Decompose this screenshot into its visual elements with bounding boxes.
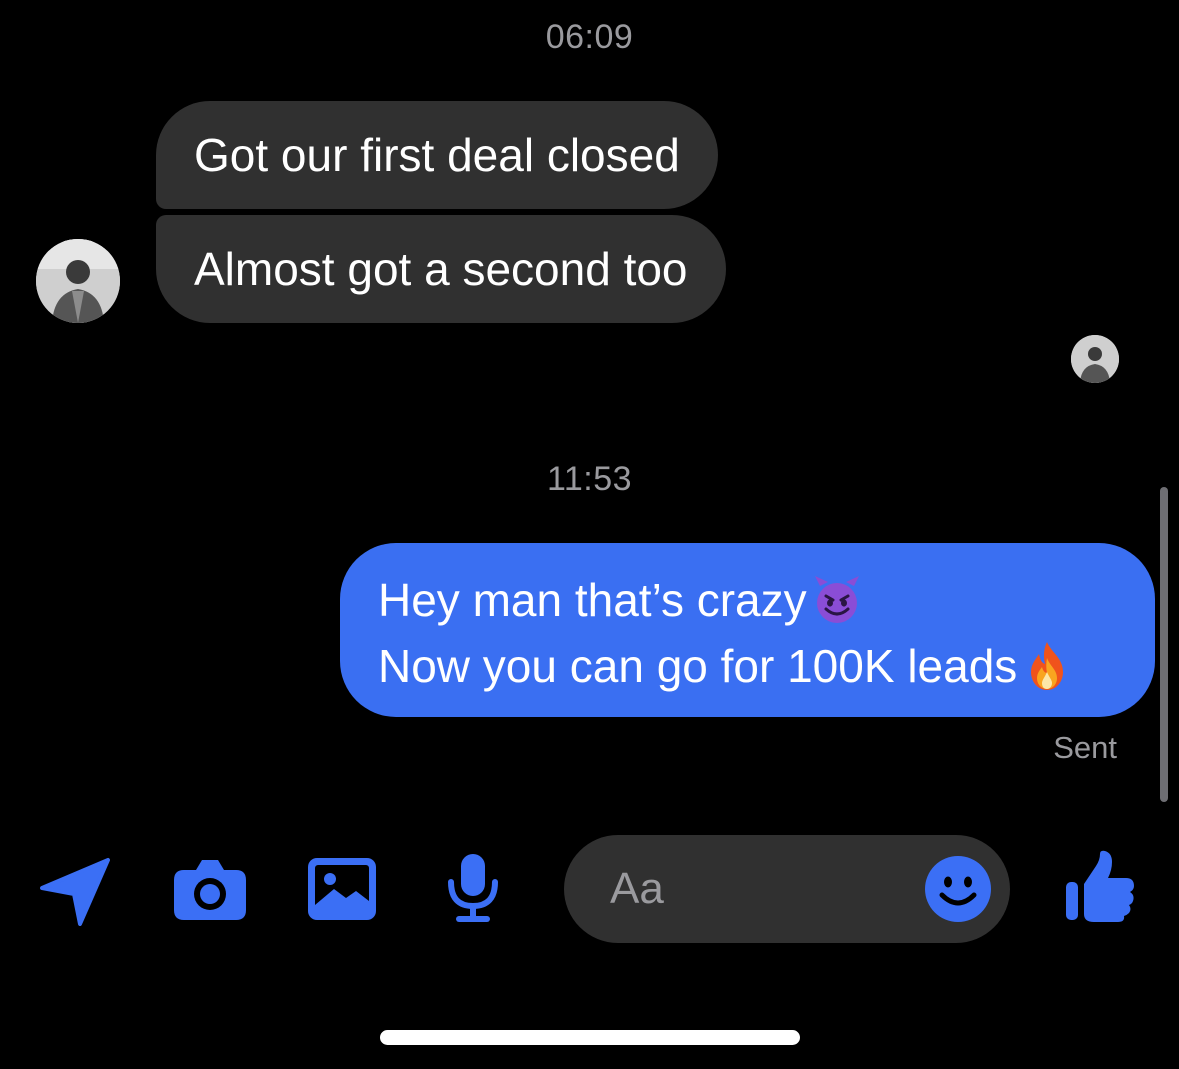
location-button[interactable] bbox=[40, 856, 110, 926]
home-indicator bbox=[380, 1030, 800, 1045]
gallery-button[interactable] bbox=[306, 856, 378, 922]
message-text: Almost got a second too bbox=[194, 243, 688, 295]
microphone-button[interactable] bbox=[443, 852, 503, 924]
message-status: Sent bbox=[1053, 730, 1117, 765]
message-text: Got our first deal closed bbox=[194, 129, 680, 181]
microphone-icon bbox=[448, 854, 498, 922]
outgoing-message-bubble[interactable]: Hey man that’s crazy Now you can go for … bbox=[340, 543, 1155, 717]
smiling-imp-emoji-icon bbox=[811, 574, 863, 626]
location-arrow-icon bbox=[40, 858, 110, 926]
message-input[interactable] bbox=[610, 859, 910, 919]
message-line: Hey man that’s crazy bbox=[378, 567, 1119, 633]
incoming-message-bubble[interactable]: Got our first deal closed bbox=[156, 101, 718, 209]
contact-avatar[interactable] bbox=[36, 239, 120, 323]
thumbs-up-icon bbox=[1066, 850, 1134, 922]
incoming-message-bubble[interactable]: Almost got a second too bbox=[156, 215, 726, 323]
message-line: Now you can go for 100K leads bbox=[378, 633, 1119, 699]
camera-button[interactable] bbox=[172, 856, 248, 922]
person-photo bbox=[1071, 335, 1119, 383]
emoji-button[interactable] bbox=[924, 855, 992, 923]
emoji-icon bbox=[925, 856, 991, 922]
message-text: Now you can go for 100K leads bbox=[378, 640, 1018, 692]
message-timestamp: 11:53 bbox=[546, 460, 633, 498]
read-receipt-avatar bbox=[1071, 335, 1119, 383]
scrollbar[interactable] bbox=[1160, 487, 1168, 802]
person-photo bbox=[36, 239, 120, 323]
message-text: Hey man that’s crazy bbox=[378, 574, 807, 626]
message-timestamp: 06:09 bbox=[545, 18, 634, 56]
gallery-icon bbox=[308, 858, 376, 920]
camera-icon bbox=[174, 860, 246, 920]
like-button[interactable] bbox=[1062, 850, 1138, 924]
fire-emoji-icon bbox=[1021, 640, 1073, 692]
message-composer[interactable] bbox=[564, 835, 1010, 943]
